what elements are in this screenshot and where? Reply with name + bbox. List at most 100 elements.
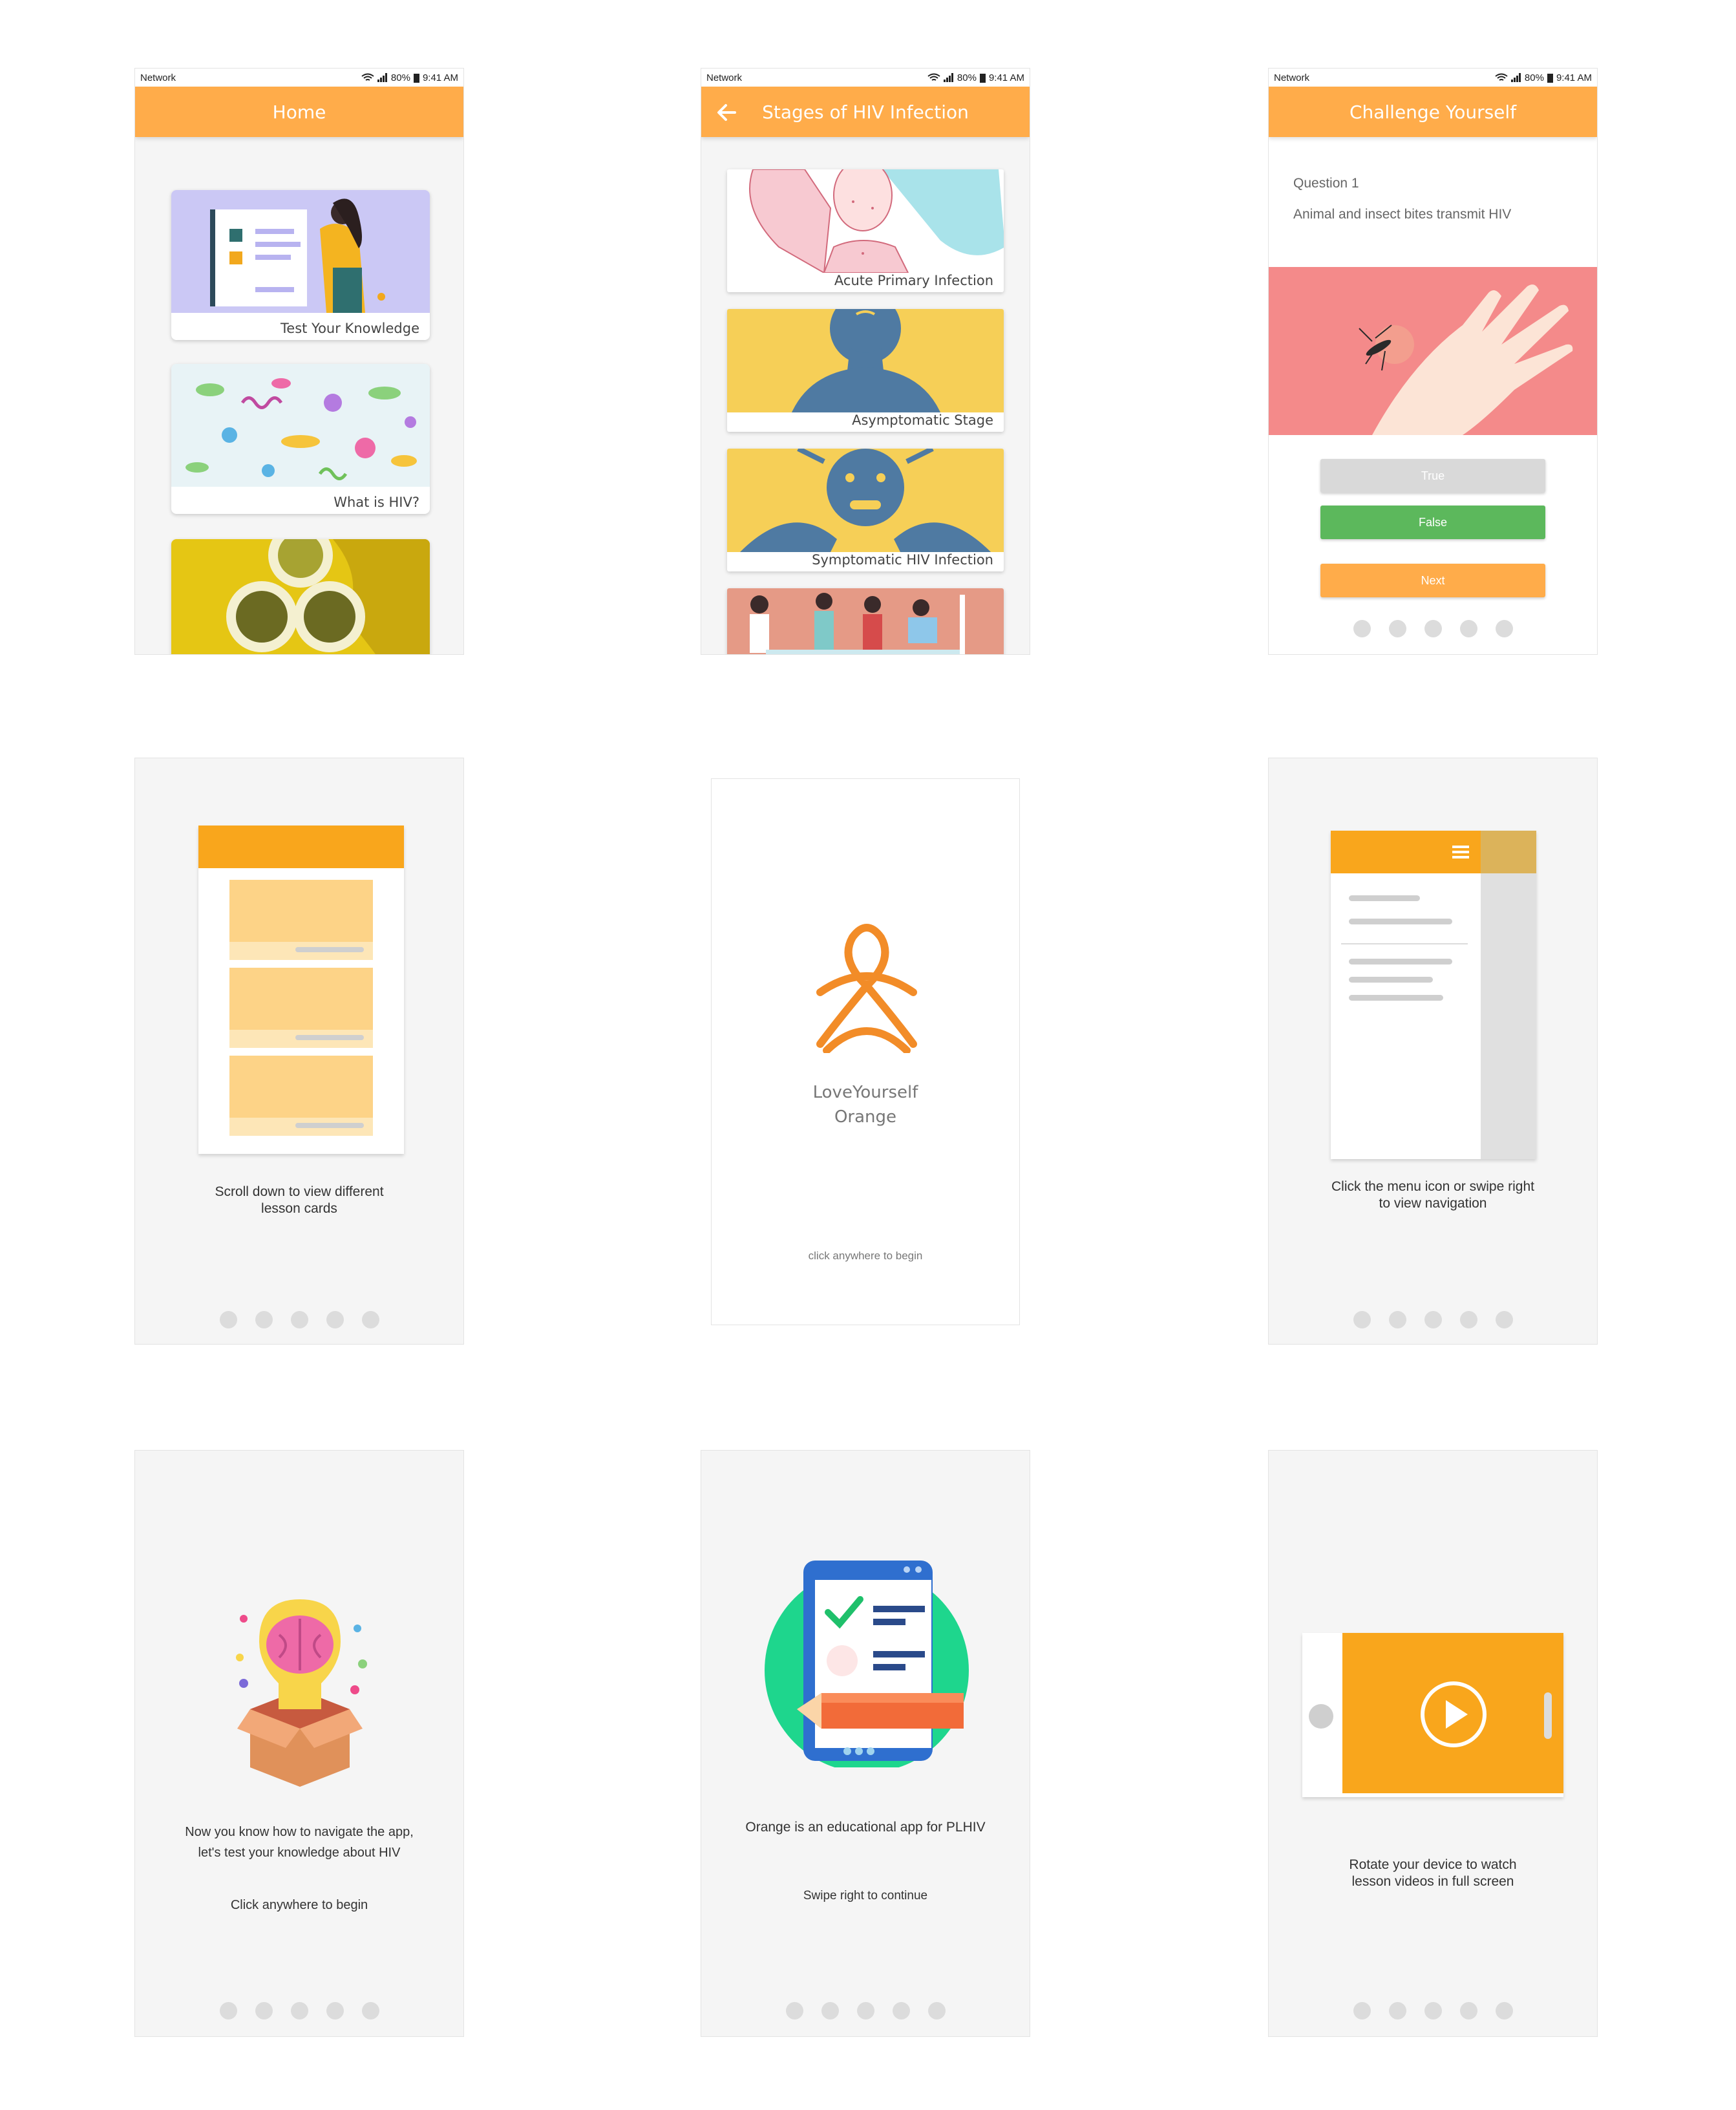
network-label: Network — [140, 72, 176, 83]
page-dot[interactable] — [1388, 620, 1406, 637]
loveyourself-logo — [816, 924, 917, 1053]
page-dot[interactable] — [821, 2002, 839, 2019]
landscape-phone-mockup — [1302, 1633, 1563, 1797]
battery-icon — [413, 73, 419, 83]
instruction-line: Rotate your device to watch — [1349, 1857, 1517, 1872]
onboarding-menu-screen[interactable]: Click the menu icon or swipe right to vi… — [1268, 758, 1598, 1345]
page-dot[interactable] — [785, 2002, 803, 2019]
card-label: Symptomatic HIV Infection — [812, 552, 993, 568]
sick-person-illustration — [727, 169, 1004, 273]
page-dot[interactable] — [1388, 1311, 1406, 1328]
instruction-line: lesson cards — [261, 1201, 337, 1216]
app-bar: Stages of HIV Infection — [701, 87, 1030, 137]
play-icon[interactable] — [1420, 1681, 1487, 1748]
video-player — [1342, 1633, 1563, 1793]
page-dot[interactable] — [255, 1311, 273, 1328]
app-bar: Challenge Yourself — [1269, 87, 1597, 137]
battery-icon — [1547, 73, 1553, 83]
instruction-text: Orange is an educational app for PLHIV — [745, 1820, 986, 1835]
card-label: Test Your Knowledge — [281, 321, 419, 336]
stages-screen: Network 80% 9:41 AM Stages of HIV Infect… — [701, 68, 1030, 655]
instruction-text: Rotate your device to watch lesson video… — [1269, 1857, 1597, 1890]
page-dot[interactable] — [1424, 620, 1442, 637]
page-indicator — [1269, 620, 1597, 637]
wifi-icon — [1495, 73, 1508, 81]
page-dot[interactable] — [1353, 1311, 1371, 1328]
stage-card-asymptomatic[interactable]: Asymptomatic Stage — [727, 309, 1004, 432]
page-dot[interactable] — [326, 2002, 344, 2019]
swipe-hint: Swipe right to continue — [803, 1889, 928, 1902]
onboarding-scroll-screen[interactable]: Scroll down to view different lesson car… — [134, 758, 464, 1345]
status-bar: Network 80% 9:41 AM — [135, 69, 463, 87]
mockup-card — [229, 880, 373, 960]
question-text: Animal and insect bites transmit HIV — [1293, 207, 1512, 222]
phone-mockup — [198, 826, 404, 1154]
mosquito-bite-image — [1269, 267, 1597, 435]
quiz-screen: Network 80% 9:41 AM Challenge Yourself Q… — [1268, 68, 1598, 655]
battery-icon — [979, 73, 986, 83]
question-number: Question 1 — [1293, 176, 1359, 191]
true-button[interactable]: True — [1320, 459, 1545, 493]
page-dot[interactable] — [1424, 2002, 1442, 2019]
page-indicator — [1269, 1311, 1597, 1328]
page-dot[interactable] — [255, 2002, 273, 2019]
page-dot[interactable] — [1495, 620, 1513, 637]
lesson-card-what-is-hiv[interactable]: What is HIV? — [171, 364, 430, 514]
page-dot[interactable] — [1353, 620, 1371, 637]
page-title: Stages of HIV Infection — [762, 101, 969, 123]
page-dot[interactable] — [290, 2002, 308, 2019]
page-dot[interactable] — [1459, 620, 1477, 637]
page-dot[interactable] — [1424, 1311, 1442, 1328]
page-indicator — [701, 2002, 1030, 2019]
app-bar: Home — [135, 87, 463, 137]
page-dot[interactable] — [1388, 2002, 1406, 2019]
instruction-line: Now you know how to navigate the app, — [185, 1825, 414, 1839]
time-label: 9:41 AM — [422, 72, 458, 83]
card-label: What is HIV? — [333, 495, 419, 510]
page-dot[interactable] — [1495, 2002, 1513, 2019]
page-dot[interactable] — [290, 1311, 308, 1328]
page-dot[interactable] — [361, 2002, 379, 2019]
page-dot[interactable] — [892, 2002, 910, 2019]
page-dot[interactable] — [927, 2002, 946, 2019]
begin-hint: Click anywhere to begin — [230, 1898, 368, 1912]
false-button[interactable]: False — [1320, 506, 1545, 539]
page-dot[interactable] — [1353, 2002, 1371, 2019]
stage-card-acute[interactable]: Acute Primary Infection — [727, 169, 1004, 292]
battery-label: 80% — [957, 72, 977, 83]
time-label: 9:41 AM — [988, 72, 1024, 83]
instruction-text: Click the menu icon or swipe right to vi… — [1269, 1178, 1597, 1212]
page-dot[interactable] — [856, 2002, 874, 2019]
signal-icon — [1510, 73, 1521, 82]
page-dot[interactable] — [1459, 2002, 1477, 2019]
page-dot[interactable] — [326, 1311, 344, 1328]
page-dot[interactable] — [1459, 1311, 1477, 1328]
stage-card-partial[interactable] — [727, 588, 1004, 654]
speaker-slot — [1544, 1692, 1552, 1739]
instruction-text: Now you know how to navigate the app, le… — [135, 1822, 463, 1863]
next-button[interactable]: Next — [1320, 564, 1545, 597]
page-dot[interactable] — [219, 1311, 237, 1328]
back-arrow-icon[interactable] — [713, 98, 741, 127]
hamburger-menu-icon — [1452, 846, 1469, 858]
page-dot[interactable] — [1495, 1311, 1513, 1328]
instruction-line: lesson videos in full screen — [1351, 1874, 1514, 1889]
lesson-card-test-knowledge[interactable]: Test Your Knowledge — [171, 190, 430, 340]
page-dot[interactable] — [361, 1311, 379, 1328]
lesson-card-partial[interactable] — [171, 539, 430, 654]
network-label: Network — [1274, 72, 1310, 83]
begin-hint: click anywhere to begin — [808, 1250, 923, 1262]
idea-box-illustration — [236, 1599, 367, 1787]
splash-screen[interactable]: LoveYourself Orange click anywhere to be… — [711, 778, 1020, 1325]
instruction-text: Scroll down to view different lesson car… — [135, 1184, 463, 1217]
mockup-drawer-shade — [1481, 831, 1536, 1159]
page-indicator — [135, 2002, 463, 2019]
page-dot[interactable] — [219, 2002, 237, 2019]
stage-card-symptomatic[interactable]: Symptomatic HIV Infection — [727, 449, 1004, 571]
status-bar: Network 80% 9:41 AM — [1269, 69, 1597, 87]
battery-label: 80% — [390, 72, 410, 83]
onboarding-quiz-screen[interactable]: Now you know how to navigate the app, le… — [134, 1450, 464, 2037]
wifi-icon — [927, 73, 940, 81]
onboarding-video-screen[interactable]: Rotate your device to watch lesson video… — [1268, 1450, 1598, 2037]
onboarding-intro-screen[interactable]: Orange is an educational app for PLHIV S… — [701, 1450, 1030, 2037]
